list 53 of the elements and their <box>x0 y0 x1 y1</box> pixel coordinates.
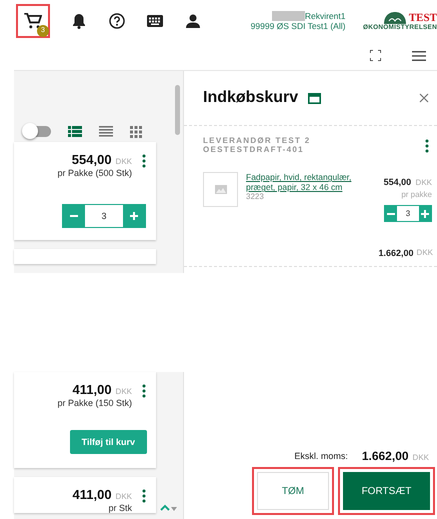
currency: DKK <box>416 178 432 188</box>
currency: DKK <box>116 492 132 501</box>
product-number: 3223 <box>246 192 264 202</box>
currency: DKK <box>412 453 429 462</box>
more-icon[interactable] <box>142 384 146 398</box>
plus-icon[interactable] <box>130 212 138 220</box>
scroll-up-icon[interactable] <box>160 504 170 511</box>
scroll-down-icon[interactable] <box>171 507 177 511</box>
redacted-bar <box>272 10 305 21</box>
lines-view-icon[interactable] <box>99 126 113 138</box>
empty-cart-button[interactable]: TØM <box>257 472 329 510</box>
account-name: 99999 ØS SDI Test1 (All) <box>250 20 346 31</box>
more-icon[interactable] <box>142 489 146 503</box>
close-icon[interactable] <box>419 93 429 104</box>
price: 554,00 <box>72 152 112 167</box>
currency: DKK <box>416 248 433 258</box>
minus-icon[interactable] <box>70 214 78 217</box>
unit-label: pr Stk <box>108 503 132 513</box>
more-icon[interactable] <box>425 139 429 154</box>
decrease-button[interactable] <box>385 206 397 222</box>
list-view-icon[interactable] <box>68 126 82 138</box>
user-name: Rekvirent1 <box>304 10 346 21</box>
logo-test-label: TEST <box>408 12 437 24</box>
unit-label: pr pakke <box>401 190 432 200</box>
window-icon[interactable] <box>308 92 322 104</box>
plus-icon[interactable] <box>421 210 429 218</box>
product-link[interactable]: Fadpapir, hvid, rektangulær, præget, papir, 32 x 46 cm <box>246 172 364 192</box>
total-label: Ekskl. moms: <box>294 451 348 461</box>
crown-icon <box>382 10 407 24</box>
quantity-stepper[interactable]: 3 <box>62 204 146 228</box>
line-total: 1.662,00 <box>378 248 414 258</box>
increase-button[interactable] <box>419 206 431 222</box>
supplier-label: OESTESTDRAFT-401 <box>203 145 305 154</box>
price: 411,00 <box>72 382 112 397</box>
continue-button[interactable]: FORTSÆT <box>343 472 430 510</box>
increase-button[interactable] <box>123 204 145 227</box>
minus-icon[interactable] <box>387 212 395 215</box>
quantity-stepper[interactable]: 3 <box>384 205 432 222</box>
cart-title: Indkøbskurv <box>203 89 298 108</box>
image-placeholder-icon <box>203 172 238 208</box>
unit-label: pr Pakke (500 Stk) <box>57 168 132 178</box>
total-amount: 1.662,00 <box>362 449 409 463</box>
price: 411,00 <box>72 487 112 502</box>
more-icon[interactable] <box>142 154 146 168</box>
toggle-switch[interactable] <box>24 126 51 138</box>
grid-view-icon[interactable] <box>130 126 144 138</box>
unit-label: pr Pakke (150 Stk) <box>57 398 132 408</box>
price: 554,00 <box>384 177 412 188</box>
currency: DKK <box>116 387 132 396</box>
currency: DKK <box>116 156 132 166</box>
decrease-button[interactable] <box>63 204 85 227</box>
supplier-label: LEVERANDØR TEST 2 <box>203 136 310 146</box>
scrollbar-thumb[interactable] <box>175 85 180 136</box>
